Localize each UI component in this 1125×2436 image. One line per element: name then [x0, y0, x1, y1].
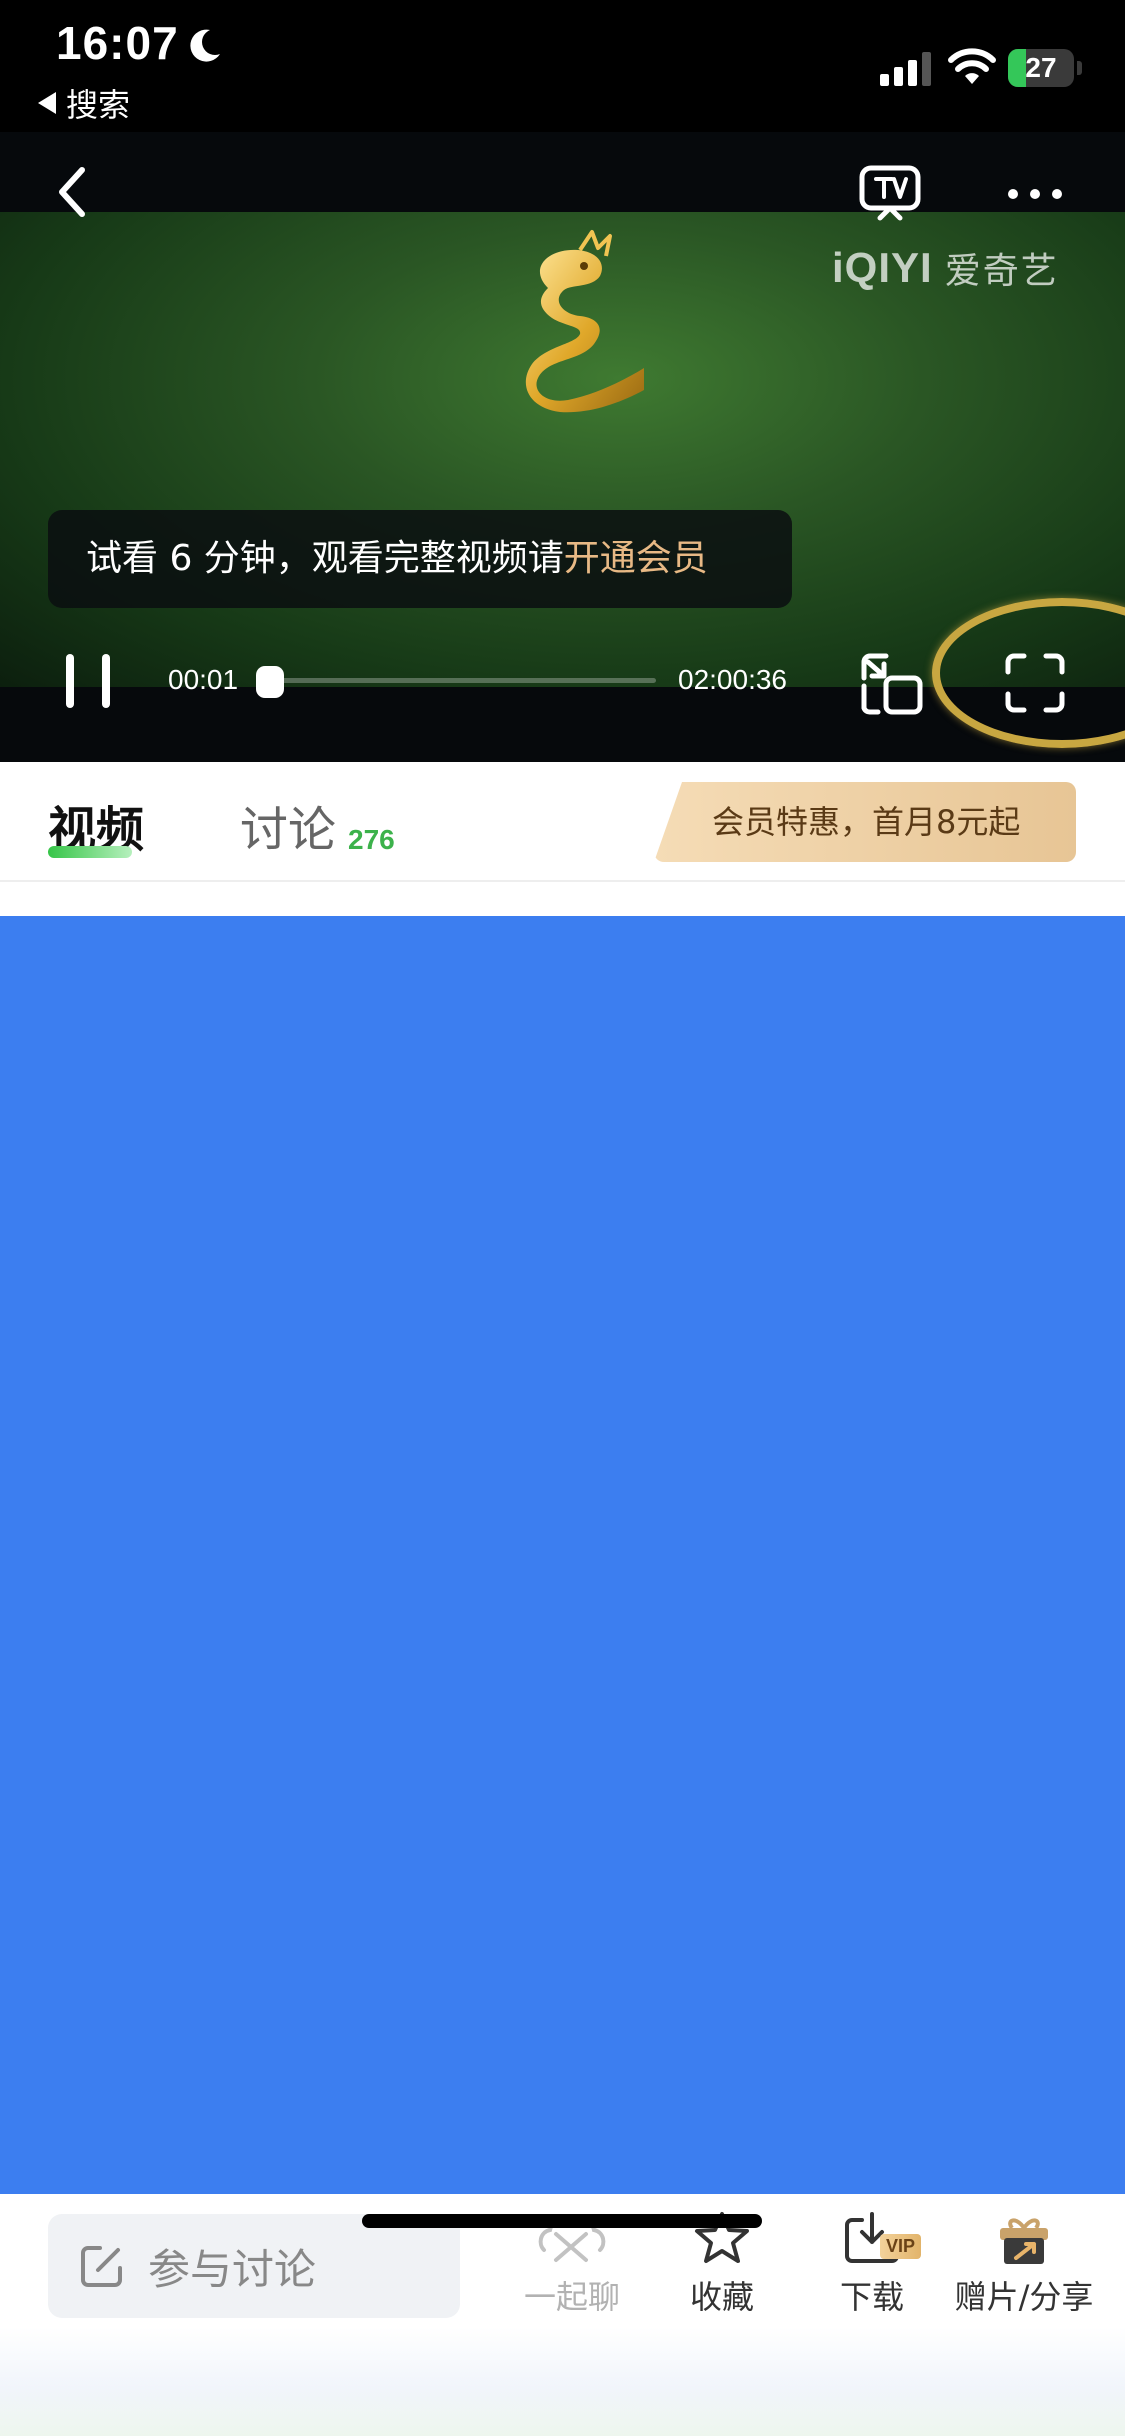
discuss-count: 276: [348, 824, 395, 855]
chat-together-label: 一起聊: [523, 2278, 620, 2316]
trial-text: 试看 6 分钟，观看完整视频请: [86, 538, 564, 579]
tab-discuss[interactable]: 讨论 276: [240, 790, 395, 860]
content-area: [0, 916, 1125, 2194]
home-indicator: [362, 2214, 762, 2228]
iqiyi-watermark: iQIYI 爱奇艺: [832, 242, 1059, 294]
wifi-icon: [948, 48, 996, 84]
back-icon[interactable]: [52, 162, 92, 222]
moon-icon: [190, 29, 220, 62]
progress-bar[interactable]: [270, 678, 656, 683]
edit-icon: [81, 2246, 122, 2287]
open-vip-link[interactable]: 开通会员: [564, 538, 708, 579]
tab-active-indicator: [48, 846, 132, 858]
tab-discuss-label: 讨论: [240, 802, 337, 858]
download-vip-badge: VIP: [880, 2234, 922, 2259]
total-duration: 02:00:36: [678, 664, 787, 695]
gift-share-label: 赠片/分享: [954, 2278, 1094, 2316]
video-player[interactable]: iQIYI 爱奇艺 试看 6 分钟，观看完整视频请开通会员 00:01 02:0…: [0, 132, 1125, 762]
battery-indicator: 27: [1008, 49, 1082, 87]
cellular-signal-icon: [880, 52, 931, 86]
dragon-logo-image: [525, 230, 644, 413]
progress-knob[interactable]: [256, 666, 284, 698]
favorite-label: 收藏: [689, 2278, 754, 2316]
download-button[interactable]: VIP 下载: [792, 2210, 952, 2320]
trial-notice-banner[interactable]: 试看 6 分钟，观看完整视频请开通会员: [48, 510, 792, 608]
current-time: 00:01: [168, 664, 239, 695]
gift-share-button[interactable]: 赠片/分享: [944, 2210, 1104, 2320]
discuss-input[interactable]: 参与讨论: [48, 2214, 460, 2318]
pause-icon[interactable]: [60, 652, 116, 710]
download-label: 下载: [839, 2278, 904, 2316]
discuss-input-placeholder: 参与讨论: [148, 2244, 317, 2294]
watermark-cn: 爱奇艺: [944, 250, 1059, 291]
rotate-screen-icon[interactable]: [860, 652, 924, 716]
back-triangle-icon: [38, 92, 56, 114]
content-tab-bar: 视频 讨论 276 会员特惠，首月8元起: [0, 762, 1125, 882]
gift-share-icon: [1000, 2218, 1048, 2264]
back-app-label: 搜索: [66, 86, 131, 124]
watermark-latin: iQIYI: [832, 244, 933, 291]
status-bar: 16:07 搜索 27: [0, 0, 1125, 132]
battery-level: 27: [1025, 52, 1057, 83]
more-icon[interactable]: [1005, 184, 1065, 204]
back-to-app-button[interactable]: 搜索: [38, 80, 130, 126]
status-time: 16:07: [56, 17, 179, 69]
tv-cast-icon[interactable]: [858, 164, 922, 222]
bottom-toolbar: 参与讨论 一起聊 收藏 VIP 下载 赠片/分享: [0, 2194, 1125, 2436]
vip-promo-button[interactable]: 会员特惠，首月8元起: [654, 782, 1076, 862]
